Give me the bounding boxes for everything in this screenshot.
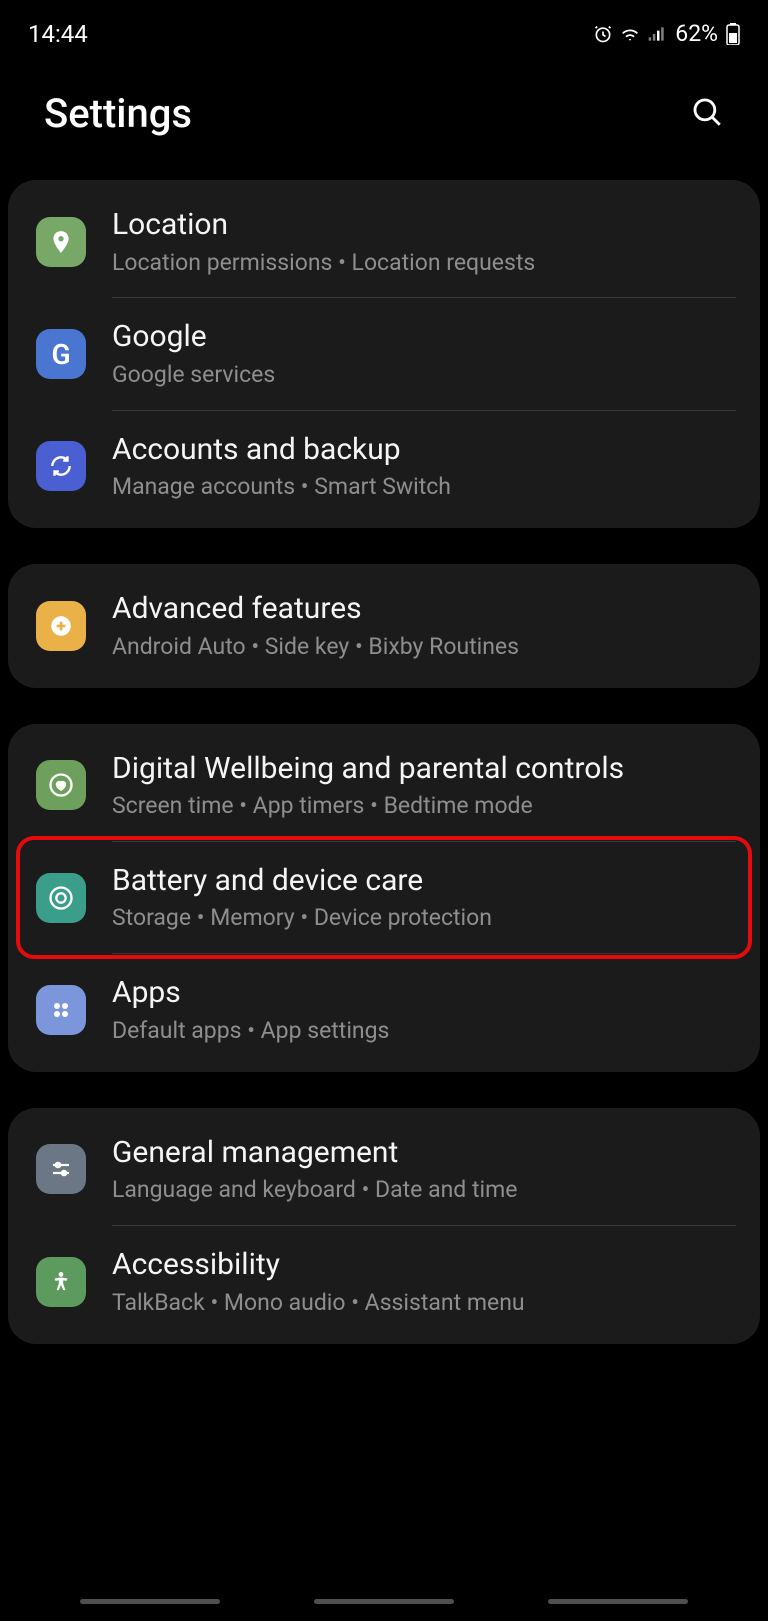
row-subtitle: TalkBack • Mono audio • Assistant menu	[112, 1288, 736, 1318]
row-text: Digital Wellbeing and parental controls …	[112, 750, 736, 821]
apps-grid-icon	[36, 985, 86, 1035]
row-title: Location	[112, 206, 736, 244]
alarm-icon	[593, 24, 613, 44]
settings-row-accessibility[interactable]: Accessibility TalkBack • Mono audio • As…	[8, 1226, 760, 1337]
accessibility-icon	[36, 1257, 86, 1307]
plus-gear-icon	[36, 601, 86, 651]
search-button[interactable]	[682, 87, 732, 140]
nav-back[interactable]	[548, 1599, 688, 1604]
row-title: Apps	[112, 974, 736, 1012]
row-subtitle: Storage • Memory • Device protection	[112, 903, 736, 933]
row-text: Battery and device care Storage • Memory…	[112, 862, 736, 933]
location-pin-icon	[36, 217, 86, 267]
row-subtitle: Language and keyboard • Date and time	[112, 1175, 736, 1205]
app-header: Settings	[0, 55, 768, 180]
signal-icon	[647, 24, 667, 44]
row-subtitle: Default apps • App settings	[112, 1016, 736, 1046]
wifi-icon	[619, 24, 641, 44]
row-subtitle: Screen time • App timers • Bedtime mode	[112, 791, 736, 821]
row-title: General management	[112, 1134, 736, 1172]
row-text: Accessibility TalkBack • Mono audio • As…	[112, 1246, 736, 1317]
settings-row-general[interactable]: General management Language and keyboard…	[8, 1114, 760, 1225]
row-title: Accounts and backup	[112, 431, 736, 469]
navigation-bar	[0, 1581, 768, 1621]
settings-group: General management Language and keyboard…	[8, 1108, 760, 1344]
row-subtitle: Google services	[112, 360, 736, 390]
row-title: Battery and device care	[112, 862, 736, 900]
row-subtitle: Manage accounts • Smart Switch	[112, 472, 736, 502]
settings-row-advanced[interactable]: Advanced features Android Auto • Side ke…	[8, 570, 760, 681]
row-text: Advanced features Android Auto • Side ke…	[112, 590, 736, 661]
row-title: Advanced features	[112, 590, 736, 628]
row-subtitle: Android Auto • Side key • Bixby Routines	[112, 632, 736, 662]
device-care-icon	[36, 873, 86, 923]
status-right: 62%	[593, 20, 740, 47]
row-title: Google	[112, 318, 736, 356]
page-title: Settings	[44, 90, 192, 137]
settings-row-accounts[interactable]: Accounts and backup Manage accounts • Sm…	[8, 411, 760, 522]
nav-recents[interactable]	[80, 1599, 220, 1604]
settings-group: Location Location permissions • Location…	[8, 180, 760, 528]
battery-percent: 62%	[675, 20, 718, 47]
row-text: Accounts and backup Manage accounts • Sm…	[112, 431, 736, 502]
battery-icon	[726, 23, 740, 45]
row-title: Digital Wellbeing and parental controls	[112, 750, 736, 788]
sliders-icon	[36, 1144, 86, 1194]
google-icon: G	[36, 329, 86, 379]
row-text: Location Location permissions • Location…	[112, 206, 736, 277]
settings-group: Digital Wellbeing and parental controls …	[8, 724, 760, 1072]
status-time: 14:44	[28, 20, 88, 48]
settings-row-wellbeing[interactable]: Digital Wellbeing and parental controls …	[8, 730, 760, 841]
status-bar: 14:44 62%	[0, 0, 768, 55]
row-title: Accessibility	[112, 1246, 736, 1284]
row-subtitle: Location permissions • Location requests	[112, 248, 736, 278]
settings-row-battery[interactable]: Battery and device care Storage • Memory…	[8, 842, 760, 953]
search-icon	[690, 95, 724, 129]
row-text: Google Google services	[112, 318, 736, 389]
row-text: General management Language and keyboard…	[112, 1134, 736, 1205]
sync-icon	[36, 441, 86, 491]
settings-row-apps[interactable]: Apps Default apps • App settings	[8, 954, 760, 1065]
settings-row-google[interactable]: G Google Google services	[8, 298, 760, 409]
nav-home[interactable]	[314, 1599, 454, 1604]
heart-circle-icon	[36, 760, 86, 810]
settings-row-location[interactable]: Location Location permissions • Location…	[8, 186, 760, 297]
row-text: Apps Default apps • App settings	[112, 974, 736, 1045]
settings-group: Advanced features Android Auto • Side ke…	[8, 564, 760, 687]
